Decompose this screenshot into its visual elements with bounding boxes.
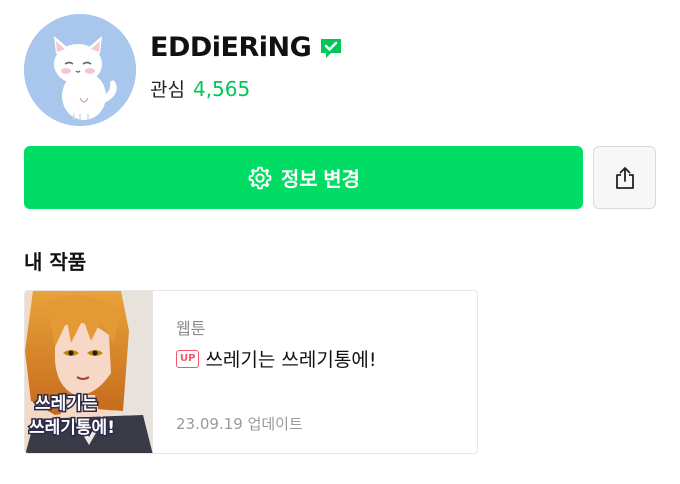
work-info: 웹툰 UP 쓰레기는 쓰레기통에! 23.09.19 업데이트	[153, 291, 477, 453]
svg-text:쓰레기는: 쓰레기는	[35, 394, 98, 414]
follow-count: 4,565	[192, 77, 251, 101]
work-title-row[interactable]: UP 쓰레기는 쓰레기통에!	[176, 345, 376, 372]
work-title[interactable]: 쓰레기는 쓰레기통에!	[205, 345, 376, 372]
my-works-title: 내 작품	[24, 250, 87, 274]
svg-text:쓰레기통에!: 쓰레기통에!	[29, 418, 115, 438]
edit-profile-label: 정보 변경	[280, 169, 361, 191]
work-thumbnail[interactable]: 쓰레기는 쓰레기통에!	[25, 291, 153, 453]
cat-avatar-icon	[24, 14, 136, 126]
follow-row: 관심 4,565	[150, 75, 343, 102]
follow-label: 관심	[150, 79, 185, 101]
edit-profile-button[interactable]: 정보 변경	[24, 146, 583, 209]
gear-icon	[248, 166, 272, 189]
avatar[interactable]	[24, 14, 136, 126]
webtoon-cover-image: 쓰레기는 쓰레기통에!	[25, 291, 153, 453]
profile-header: EDDiERiNG 관심 4,565	[24, 14, 343, 126]
work-card[interactable]: 쓰레기는 쓰레기통에! 웹툰 UP 쓰레기는 쓰레기통에! 23.09.19 업…	[24, 290, 478, 454]
share-button[interactable]	[593, 146, 656, 209]
work-genre: 웹툰	[176, 319, 206, 338]
username: EDDiERiNG	[150, 32, 312, 63]
up-badge: UP	[176, 349, 200, 368]
share-icon	[615, 166, 634, 189]
name-row: EDDiERiNG	[150, 32, 343, 63]
verified-badge-icon	[319, 36, 343, 60]
work-updated-date: 23.09.19 업데이트	[176, 415, 303, 433]
profile-info: EDDiERiNG 관심 4,565	[150, 32, 343, 102]
